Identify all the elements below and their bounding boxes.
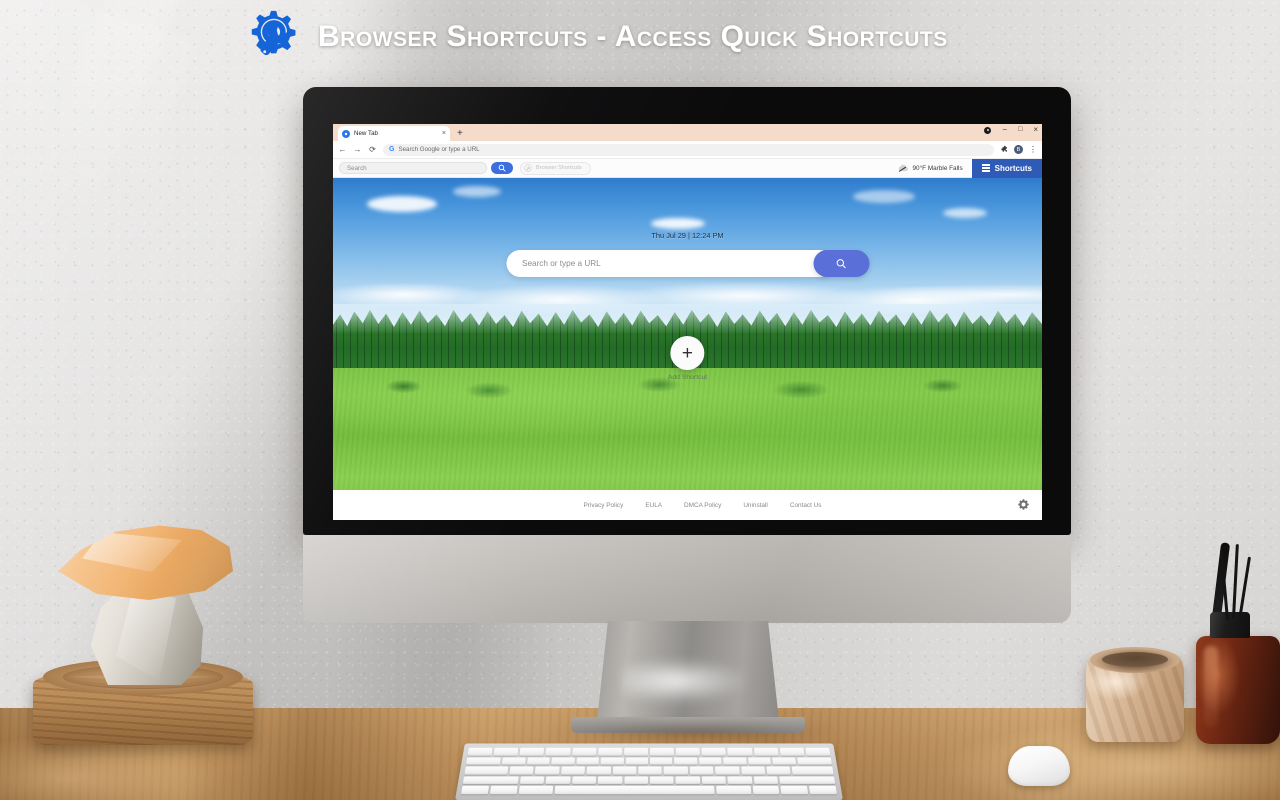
keyboard-keys — [460, 747, 838, 795]
newtab-search-input[interactable]: Search or type a URL — [506, 250, 833, 277]
banner: Browser Shortcuts - Access Quick Shortcu… — [0, 0, 1280, 74]
address-bar[interactable]: G Search Google or type a URL — [383, 143, 994, 156]
magnifier-icon — [836, 259, 846, 269]
cloud-shape — [367, 196, 437, 212]
shortcuts-button[interactable]: Shortcuts — [971, 158, 1042, 178]
plus-icon: + — [681, 342, 694, 364]
window-controls: − □ × — [984, 126, 1038, 134]
extension-brand-label: Browser Shortcuts — [536, 165, 582, 171]
extension-search-input[interactable]: Search — [339, 162, 487, 174]
gear-wrench-icon — [251, 10, 296, 56]
monitor-chin — [303, 535, 1071, 623]
tab-title: New Tab — [354, 130, 378, 137]
cloud-shape — [853, 190, 915, 203]
browser-menu-icon[interactable]: ⋮ — [1029, 145, 1037, 153]
monitor: New Tab × + − □ × ← → ⟳ G Search Google — [303, 87, 1071, 741]
address-bar-placeholder: Search Google or type a URL — [398, 146, 480, 153]
bottle-highlight — [1204, 646, 1218, 728]
profile-avatar[interactable]: B — [1014, 145, 1023, 154]
monitor-shadow — [553, 723, 833, 741]
settings-gear-icon[interactable] — [1017, 498, 1030, 516]
forward-icon[interactable]: → — [353, 145, 362, 154]
footer-link-uninstall[interactable]: Uninstall — [743, 502, 768, 509]
banner-title: Browser Shortcuts - Access Quick Shortcu… — [318, 20, 948, 53]
back-icon[interactable]: ← — [338, 145, 347, 154]
reload-icon[interactable]: ⟳ — [368, 145, 377, 154]
hamburger-icon — [981, 164, 990, 172]
omnibox-actions: B ⋮ — [1000, 145, 1037, 155]
record-dot-icon[interactable] — [984, 126, 992, 134]
puzzle-piece-icon[interactable] — [1000, 145, 1008, 155]
newtab-search-bar: Search or type a URL — [506, 250, 869, 277]
magnifier-icon — [498, 164, 506, 172]
weather-widget[interactable]: 90°F Marble Falls — [898, 164, 972, 172]
marble-bowl — [1086, 647, 1184, 742]
tab-new-tab[interactable]: New Tab × — [338, 126, 450, 141]
mouse — [1008, 746, 1070, 786]
footer-link-dmca-policy[interactable]: DMCA Policy — [684, 502, 721, 509]
tab-close-icon[interactable]: × — [442, 130, 446, 137]
extension-toolbar: Search Browser Shortcuts 90°F Marble Fal… — [333, 158, 1042, 178]
bowl-hollow — [1102, 652, 1168, 667]
google-g-icon: G — [389, 146, 395, 153]
diffuser-cap — [1210, 612, 1250, 638]
datetime-display: Thu Jul 29 | 12:24 PM — [651, 231, 724, 240]
footer-link-contact-us[interactable]: Contact Us — [790, 502, 822, 509]
weather-text: 90°F Marble Falls — [912, 164, 963, 172]
omnibox-row: ← → ⟳ G Search Google or type a URL B ⋮ — [333, 141, 1042, 159]
new-tab-page: Thu Jul 29 | 12:24 PM Search or type a U… — [333, 178, 1042, 520]
extension-search-button[interactable] — [491, 162, 513, 174]
cloud-icon — [898, 164, 908, 172]
browser-window: New Tab × + − □ × ← → ⟳ G Search Google — [333, 124, 1042, 520]
maximize-button[interactable]: □ — [1018, 126, 1022, 134]
newtab-search-button[interactable] — [813, 250, 869, 277]
reed-diffuser-bottle — [1196, 544, 1280, 744]
minimize-button[interactable]: − — [1002, 126, 1007, 134]
footer-link-eula[interactable]: EULA — [645, 502, 662, 509]
footer-links: Privacy Policy EULA DMCA Policy Uninstal… — [554, 502, 822, 509]
close-window-button[interactable]: × — [1033, 126, 1038, 134]
newtab-footer: Privacy Policy EULA DMCA Policy Uninstal… — [333, 490, 1042, 520]
shortcuts-button-label: Shortcuts — [994, 163, 1032, 173]
tab-strip: New Tab × + − □ × — [333, 124, 1042, 141]
add-shortcut-label: Add Shortcut — [667, 374, 708, 381]
monitor-stand — [597, 621, 779, 721]
extension-brand-pill[interactable]: Browser Shortcuts — [520, 161, 591, 175]
cloud-shape — [943, 208, 987, 218]
add-shortcut-circle: + — [670, 336, 705, 370]
tab-favicon-icon — [342, 129, 350, 138]
desk-scene: Browser Shortcuts - Access Quick Shortcu… — [0, 0, 1280, 800]
new-tab-button[interactable]: + — [457, 126, 463, 141]
add-shortcut-button[interactable]: + Add Shortcut — [668, 336, 707, 381]
keyboard — [455, 743, 843, 800]
gear-wrench-icon — [524, 164, 532, 172]
footer-link-privacy-policy[interactable]: Privacy Policy — [584, 502, 624, 509]
cloud-shape — [651, 218, 705, 229]
cloud-shape — [453, 186, 501, 197]
